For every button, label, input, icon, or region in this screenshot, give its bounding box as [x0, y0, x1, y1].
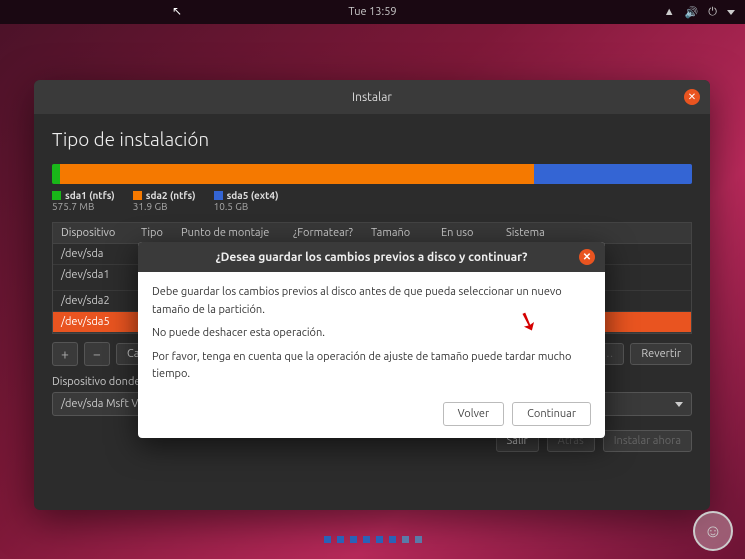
step-indicator [324, 536, 422, 543]
legend-item: sda2 (ntfs)31.9 GB [133, 190, 196, 212]
sound-icon[interactable]: 🔊 [685, 6, 699, 19]
confirm-dialog: ¿Desea guardar los cambios previos a dis… [138, 242, 605, 438]
window-titlebar: Instalar ✕ [34, 80, 710, 114]
close-icon[interactable]: ✕ [579, 249, 595, 265]
close-icon[interactable]: ✕ [684, 89, 700, 105]
revert-button[interactable]: Revertir [630, 343, 692, 365]
system-topbar: Tue 13:59 ▲ 🔊 ⏻ [0, 0, 745, 24]
volver-button[interactable]: Volver [443, 402, 504, 426]
partition-bar [52, 164, 692, 184]
install-now-button[interactable]: Instalar ahora [603, 430, 692, 452]
remove-partition-button[interactable]: − [84, 342, 110, 366]
dialog-body: Debe guardar los cambios previos al disc… [138, 272, 605, 402]
dialog-title: ¿Desea guardar los cambios previos a dis… [138, 242, 605, 272]
add-partition-button[interactable]: + [52, 342, 78, 366]
continuar-button[interactable]: Continuar [512, 402, 591, 426]
network-icon[interactable]: ▲ [664, 6, 675, 18]
chevron-down-icon [675, 402, 683, 407]
clock[interactable]: Tue 13:59 [348, 6, 396, 18]
legend-item: sda5 (ext4)10.5 GB [214, 190, 279, 212]
power-icon[interactable]: ⏻ [708, 6, 717, 19]
partition-legend: sda1 (ntfs)575.7 MB sda2 (ntfs)31.9 GB sda… [52, 190, 692, 212]
page-title: Tipo de instalación [52, 128, 692, 150]
partition-seg-sda5[interactable] [534, 164, 692, 184]
partition-seg-sda2[interactable] [60, 164, 534, 184]
window-title: Instalar [352, 91, 392, 104]
watermark-icon: ☺ [693, 511, 733, 551]
partition-seg-sda1[interactable] [52, 164, 60, 184]
table-header: Dispositivo Tipo Punto de montaje ¿Forma… [53, 223, 691, 244]
legend-item: sda1 (ntfs)575.7 MB [52, 190, 115, 212]
chevron-down-icon[interactable] [727, 10, 735, 15]
